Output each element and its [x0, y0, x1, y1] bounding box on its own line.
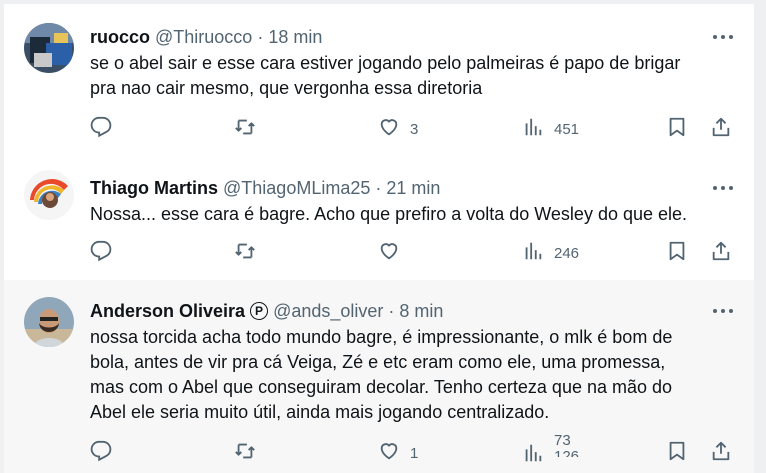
avatar[interactable]	[24, 170, 74, 220]
more-horizontal-icon[interactable]	[712, 301, 734, 321]
tweet-text-line: se o abel sair e esse cara estiver jogan…	[90, 53, 681, 73]
tweet-text: se o abel sair e esse cara estiver jogan…	[90, 51, 740, 101]
analytics-icon	[522, 116, 544, 142]
avatar[interactable]	[24, 297, 74, 347]
like-button[interactable]: 1	[378, 441, 418, 465]
verified-badge: P	[250, 302, 269, 320]
tweet-actions: 1 73 126	[90, 433, 736, 468]
author-name[interactable]: Thiago Martins	[90, 178, 218, 199]
reply-button[interactable]	[90, 240, 122, 266]
view-count-roller: 73 126	[554, 433, 579, 457]
tweet-text: nossa torcida acha todo mundo bagre, é i…	[90, 325, 740, 425]
retweet-icon	[234, 240, 256, 266]
share-icon	[710, 116, 732, 142]
tweet-text-line: Nossa... esse cara é bagre. Acho que pre…	[90, 204, 688, 224]
more-horizontal-icon[interactable]	[712, 178, 734, 198]
heart-icon	[378, 440, 400, 466]
reply-icon	[90, 116, 112, 142]
heart-icon	[378, 116, 400, 142]
retweet-icon	[234, 116, 256, 142]
view-count-next: 126	[554, 448, 580, 458]
separator-dot: ·	[388, 300, 395, 321]
timestamp[interactable]: 8 min	[399, 301, 443, 322]
share-icon	[710, 240, 732, 266]
share-button[interactable]	[710, 441, 732, 465]
bookmark-button[interactable]	[666, 241, 688, 265]
bookmark-button[interactable]	[666, 441, 688, 465]
view-count: 451	[554, 120, 580, 138]
timestamp[interactable]: 18 min	[268, 27, 322, 48]
views-button[interactable]: 451	[522, 117, 579, 141]
author-name[interactable]: Anderson Oliveira	[90, 301, 245, 322]
retweet-icon	[234, 440, 256, 466]
analytics-icon	[522, 442, 544, 468]
tweet-actions: 246	[90, 240, 736, 266]
bookmark-icon	[666, 116, 688, 142]
tweet-header: Anderson Oliveira P @ands_oliver · 8 min	[90, 299, 443, 323]
share-button[interactable]	[710, 241, 732, 265]
author-name[interactable]: ruocco	[90, 27, 150, 48]
separator-dot: ·	[257, 26, 264, 47]
tweet-text-line: Abel ele seria muito útil, ainda mais jo…	[90, 402, 550, 422]
more-horizontal-icon[interactable]	[712, 27, 734, 47]
tweet[interactable]: ruocco @Thiruocco · 18 min se o abel sai…	[4, 4, 754, 157]
retweet-button[interactable]	[234, 241, 266, 265]
tweet[interactable]: Thiago Martins @ThiagoMLima25 · 21 min N…	[4, 156, 754, 281]
bookmark-icon	[666, 440, 688, 466]
like-count: 1	[410, 444, 419, 462]
analytics-icon	[522, 240, 544, 266]
tweet[interactable]: Anderson Oliveira P @ands_oliver · 8 min…	[4, 280, 754, 473]
reply-button[interactable]	[90, 440, 122, 466]
like-button[interactable]: 3	[378, 117, 418, 141]
tweet-text-line: pra nao cair mesmo, que vergonha essa di…	[90, 78, 483, 98]
author-handle[interactable]: @Thiruocco	[155, 27, 252, 48]
reply-icon	[90, 240, 112, 266]
tweet-text-line: mas com o Abel que conseguiram decolar. …	[90, 377, 673, 397]
author-handle[interactable]: @ThiagoMLima25	[223, 178, 370, 199]
share-icon	[710, 440, 732, 466]
timestamp[interactable]: 21 min	[386, 178, 440, 199]
bookmark-button[interactable]	[666, 117, 688, 141]
tweet-header: ruocco @Thiruocco · 18 min	[90, 25, 322, 49]
tweet-text-line: bola, antes de vir pra cá Veiga, Zé e et…	[90, 352, 666, 372]
reply-icon	[90, 440, 112, 466]
tweet-header: Thiago Martins @ThiagoMLima25 · 21 min	[90, 176, 440, 200]
like-button[interactable]	[378, 241, 410, 265]
views-button[interactable]: 246	[522, 241, 579, 265]
view-count: 246	[554, 244, 580, 262]
view-count: 73	[554, 433, 571, 449]
heart-icon	[378, 240, 400, 266]
tweet-text: Nossa... esse cara é bagre. Acho que pre…	[90, 202, 740, 227]
tweet-actions: 3 451	[90, 116, 736, 142]
author-handle[interactable]: @ands_oliver	[273, 301, 383, 322]
like-count: 3	[410, 120, 419, 138]
retweet-button[interactable]	[234, 441, 266, 465]
bookmark-icon	[666, 240, 688, 266]
reply-button[interactable]	[90, 116, 122, 142]
tweet-text-line: nossa torcida acha todo mundo bagre, é i…	[90, 327, 673, 347]
avatar[interactable]	[24, 23, 74, 73]
reply-feed: ruocco @Thiruocco · 18 min se o abel sai…	[4, 4, 754, 473]
separator-dot: ·	[375, 177, 382, 198]
retweet-button[interactable]	[234, 117, 266, 141]
share-button[interactable]	[710, 117, 732, 141]
views-button[interactable]: 73 126	[522, 433, 579, 468]
